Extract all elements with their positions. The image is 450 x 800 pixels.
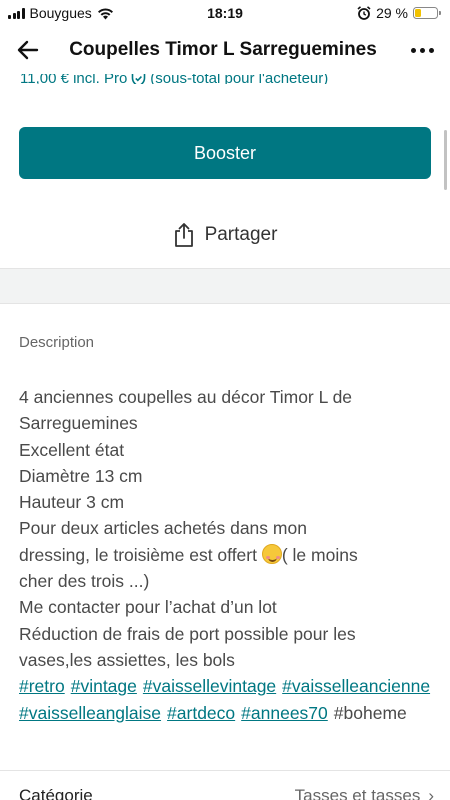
boost-button[interactable]: Booster — [19, 127, 431, 179]
back-button[interactable] — [0, 26, 56, 74]
hashtag-link[interactable]: #vaissellevintage — [143, 673, 276, 699]
description-line: Sarreguemines — [19, 413, 138, 434]
description-line-part: ( le moins — [281, 544, 358, 565]
description-line: vases,les assiettes, les bols — [19, 649, 235, 670]
share-button[interactable]: Partager — [0, 214, 450, 256]
relieved-face-emoji-icon — [261, 543, 282, 564]
category-value-wrap: Tasses et tasses › — [295, 786, 434, 800]
status-bar: Bouygues 18:19 29 % — [0, 0, 450, 26]
page-title: Coupelles Timor L Sarreguemines — [69, 39, 377, 60]
hashtag-link[interactable]: #retro — [19, 673, 65, 699]
description-line: Hauteur 3 cm — [19, 492, 125, 513]
chevron-right-icon: › — [428, 786, 434, 800]
category-label: Catégorie — [19, 786, 93, 800]
hashtag-list: #retro #vintage #vaissellevintage #vaiss… — [19, 673, 434, 726]
description-line: dressing, le troisième est offert ( le m… — [19, 542, 434, 568]
description-line: Réduction de frais de port possible pour… — [19, 623, 356, 644]
hashtag-link[interactable]: #vaisselleanglaise — [19, 700, 161, 726]
app-header: Coupelles Timor L Sarreguemines — [0, 26, 450, 74]
section-divider — [0, 268, 450, 304]
description-line-part: dressing, le troisième est offert — [19, 544, 257, 565]
more-options-button[interactable] — [394, 26, 450, 74]
description-line: Excellent état — [19, 439, 125, 460]
description-line: Me contacter pour l’achat d’un lot — [19, 597, 277, 618]
scrollbar[interactable] — [444, 130, 447, 190]
more-horizontal-icon — [410, 47, 416, 53]
status-right: 29 % — [357, 5, 441, 21]
share-icon — [174, 223, 193, 247]
hashtag-link[interactable]: #vintage — [71, 673, 137, 699]
description-line: Pour deux articles achetés dans mon — [19, 518, 307, 539]
alarm-clock-icon — [357, 6, 371, 20]
category-row[interactable]: Catégorie Tasses et tasses › — [19, 786, 434, 800]
battery-icon — [413, 7, 441, 19]
hashtag-link[interactable]: #annees70 — [241, 700, 328, 726]
carrier-name: Bouygues — [29, 5, 92, 21]
hashtag-text: #boheme — [333, 702, 407, 723]
share-label: Partager — [204, 224, 278, 245]
description-line: cher des trois ...) — [19, 571, 150, 592]
description-line: Diamètre 13 cm — [19, 465, 143, 486]
category-value: Tasses et tasses — [294, 786, 421, 800]
description-text: 4 anciennes coupelles au décor Timor L d… — [19, 384, 434, 726]
battery-percent: 29 % — [376, 5, 408, 21]
status-left: Bouygues — [8, 5, 114, 21]
description-heading: Description — [19, 334, 95, 351]
hashtag-link[interactable]: #vaisselleancienne — [282, 673, 430, 699]
signal-icon — [8, 7, 25, 19]
wifi-icon — [97, 7, 113, 19]
description-line: 4 anciennes coupelles au décor Timor L d… — [19, 387, 353, 407]
arrow-left-icon — [17, 40, 39, 60]
battery-fill — [415, 9, 422, 17]
hashtag-link[interactable]: #artdeco — [167, 700, 235, 726]
divider — [0, 770, 450, 771]
